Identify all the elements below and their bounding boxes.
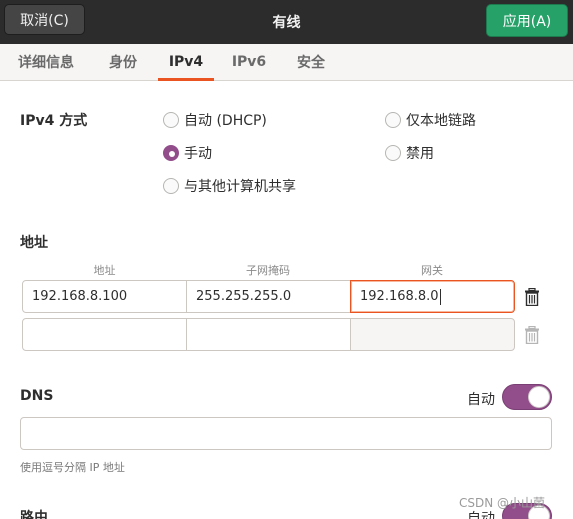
radio-disabled[interactable]: 禁用 — [385, 143, 434, 163]
radio-auto-dhcp[interactable]: 自动 (DHCP) — [163, 110, 267, 130]
radio-unchecked-icon — [163, 112, 179, 128]
netmask-input[interactable]: 255.255.255.0 — [186, 280, 351, 313]
tab-identity[interactable]: 身份 — [100, 44, 146, 80]
netmask-input[interactable] — [186, 318, 351, 351]
dns-hint: 使用逗号分隔 IP 地址 — [20, 461, 125, 474]
header-bar: 取消(C) 有线 应用(A) — [0, 0, 573, 44]
radio-label: 与其他计算机共享 — [184, 179, 296, 195]
gateway-input[interactable]: 192.168.8.0 — [350, 280, 515, 313]
radio-label: 仅本地链路 — [406, 113, 476, 129]
trash-icon — [525, 326, 539, 344]
gateway-value: 192.168.8.0 — [360, 289, 439, 304]
radio-unchecked-icon — [163, 178, 179, 194]
tab-security[interactable]: 安全 — [288, 44, 334, 80]
radio-link-local[interactable]: 仅本地链路 — [385, 110, 476, 130]
trash-icon[interactable] — [524, 288, 540, 306]
tab-ipv6[interactable]: IPv6 — [226, 44, 272, 80]
radio-manual[interactable]: 手动 — [163, 143, 212, 163]
dns-input[interactable] — [20, 417, 552, 450]
address-input[interactable] — [22, 318, 187, 351]
address-input[interactable]: 192.168.8.100 — [22, 280, 187, 313]
gateway-input — [350, 318, 515, 351]
dns-auto-switch[interactable] — [502, 384, 552, 410]
radio-checked-icon — [163, 145, 179, 161]
text-cursor — [439, 288, 441, 305]
column-header-address: 地址 — [93, 264, 116, 277]
radio-label: 自动 (DHCP) — [184, 113, 267, 129]
column-header-gateway: 网关 — [421, 264, 443, 277]
dns-auto-label: 自动 — [467, 392, 495, 408]
column-header-netmask: 子网掩码 — [246, 264, 290, 277]
routes-label: 路由 — [20, 510, 48, 519]
radio-unchecked-icon — [385, 145, 401, 161]
tab-bar: 详细信息 身份 IPv4 IPv6 安全 — [0, 44, 573, 81]
apply-button[interactable]: 应用(A) — [486, 4, 568, 37]
watermark: CSDN @小山菌 — [459, 496, 546, 510]
tab-ipv4[interactable]: IPv4 — [158, 44, 214, 81]
cancel-button[interactable]: 取消(C) — [4, 4, 85, 35]
radio-unchecked-icon — [385, 112, 401, 128]
radio-shared[interactable]: 与其他计算机共享 — [163, 176, 296, 196]
radio-label: 手动 — [184, 146, 212, 162]
radio-label: 禁用 — [406, 146, 434, 162]
addresses-label: 地址 — [20, 235, 48, 251]
ipv4-method-label: IPv4 方式 — [20, 113, 88, 129]
switch-knob — [528, 386, 550, 408]
dns-label: DNS — [20, 388, 54, 404]
tab-details[interactable]: 详细信息 — [8, 44, 84, 80]
